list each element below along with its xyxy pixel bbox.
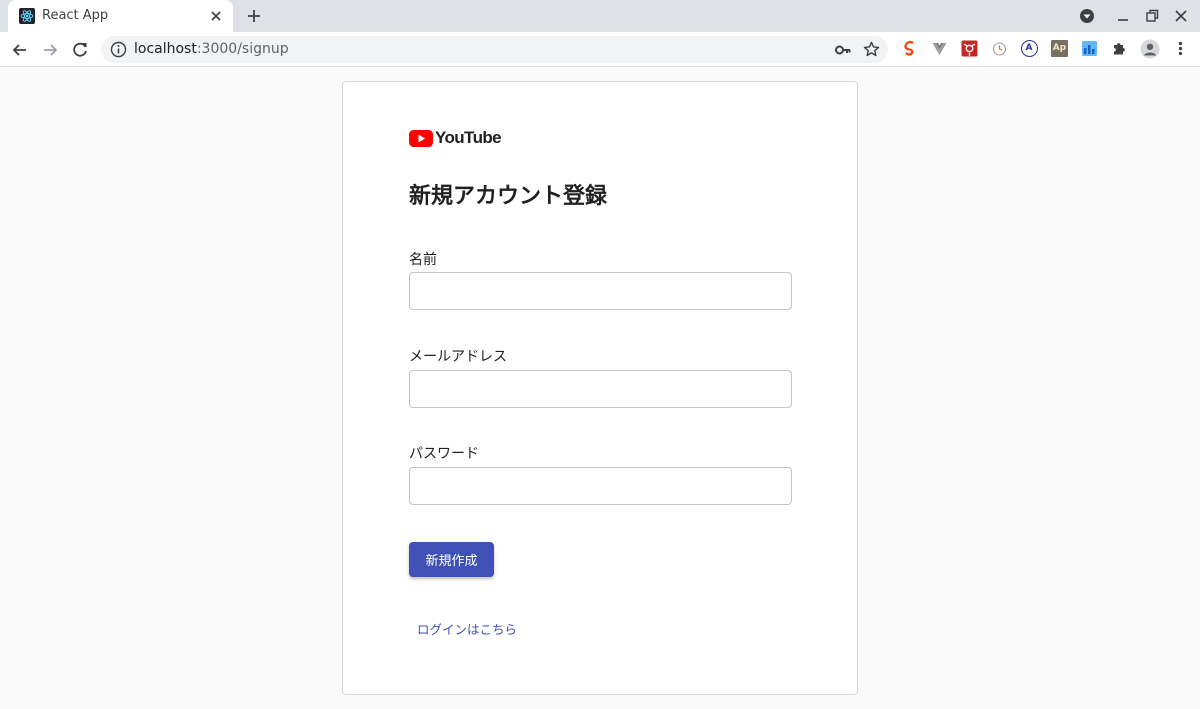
address-bar[interactable]: localhost:3000/signup bbox=[101, 36, 888, 63]
forward-arrow-icon[interactable] bbox=[40, 40, 60, 60]
minimize-icon[interactable] bbox=[1114, 7, 1132, 25]
a-circle-icon[interactable]: A bbox=[1021, 40, 1038, 57]
redux-icon[interactable] bbox=[961, 40, 978, 57]
name-label: 名前 bbox=[409, 252, 437, 268]
youtube-play-icon bbox=[409, 130, 433, 147]
star-icon[interactable] bbox=[862, 40, 881, 59]
tab-bar: React App bbox=[0, 0, 1200, 32]
url-text: localhost:3000/signup bbox=[134, 41, 289, 58]
back-arrow-icon[interactable] bbox=[10, 40, 30, 60]
url-path: :3000/signup bbox=[196, 41, 289, 57]
wave-icon[interactable] bbox=[1081, 40, 1098, 57]
react-favicon-icon bbox=[19, 8, 35, 24]
a-circle-label: A bbox=[1025, 42, 1033, 53]
signup-submit-button[interactable]: 新規作成 bbox=[409, 542, 494, 577]
svelte-icon[interactable] bbox=[901, 40, 918, 57]
profile-icon[interactable] bbox=[1140, 39, 1160, 59]
email-label: メールアドレス bbox=[409, 349, 507, 365]
tab-title: React App bbox=[42, 8, 109, 23]
ap-icon[interactable]: Ap bbox=[1051, 40, 1068, 57]
restore-icon[interactable] bbox=[1143, 7, 1161, 25]
name-input[interactable] bbox=[409, 272, 792, 310]
info-icon[interactable] bbox=[110, 41, 127, 58]
browser-tab[interactable]: React App bbox=[8, 0, 233, 32]
login-link[interactable]: ログインはこちら bbox=[417, 621, 517, 639]
ap-label: Ap bbox=[1052, 43, 1067, 53]
vue-icon[interactable] bbox=[931, 40, 948, 57]
signup-card: YouTube 新規アカウント登録 名前 メールアドレス パスワード 新規作成 … bbox=[342, 81, 858, 695]
url-host: localhost bbox=[134, 41, 197, 57]
page-title: 新規アカウント登録 bbox=[409, 184, 608, 209]
key-icon[interactable] bbox=[834, 41, 852, 59]
plus-icon[interactable] bbox=[244, 6, 264, 26]
email-input[interactable] bbox=[409, 370, 792, 408]
youtube-logo-text: YouTube bbox=[435, 128, 502, 147]
close-window-icon[interactable] bbox=[1172, 7, 1190, 25]
timer-icon[interactable] bbox=[991, 40, 1008, 57]
close-icon[interactable] bbox=[208, 8, 224, 24]
password-input[interactable] bbox=[409, 467, 792, 505]
puzzle-icon[interactable] bbox=[1111, 40, 1128, 57]
profile-dropdown-icon[interactable] bbox=[1078, 7, 1096, 25]
password-label: パスワード bbox=[409, 446, 479, 462]
reload-icon[interactable] bbox=[70, 40, 90, 60]
kebab-menu-icon[interactable] bbox=[1172, 40, 1189, 57]
